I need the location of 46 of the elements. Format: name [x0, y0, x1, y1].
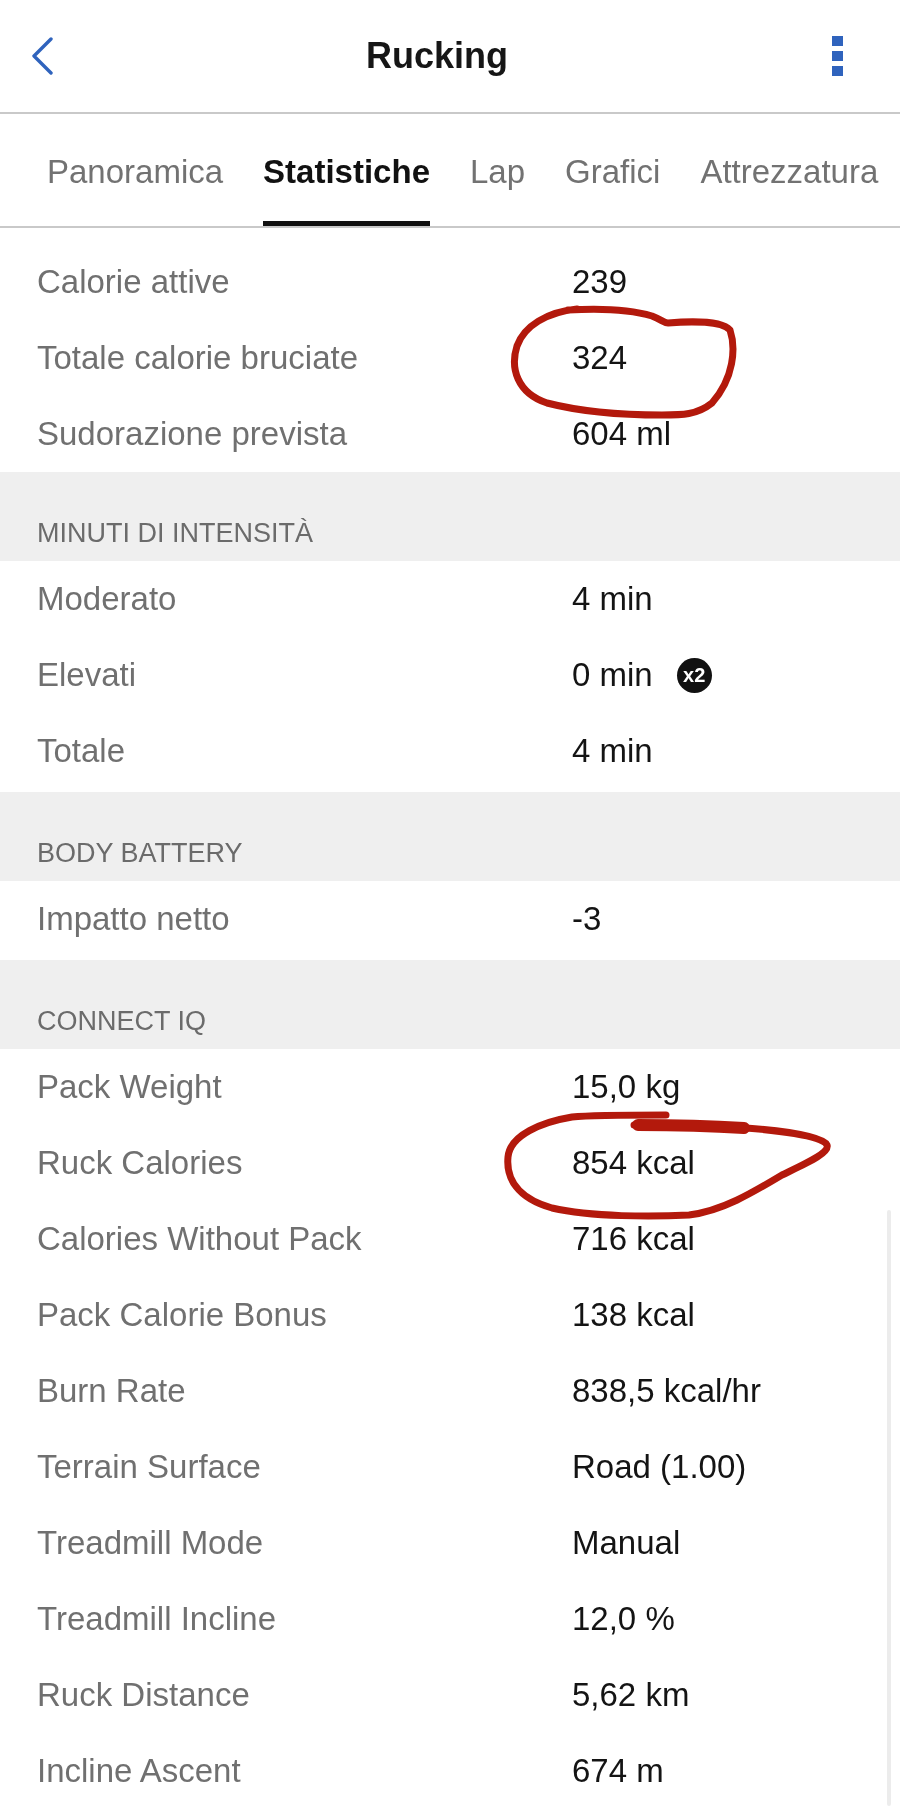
- stat-value: 604 ml: [572, 415, 672, 453]
- stat-value: Road (1.00): [572, 1448, 747, 1486]
- stat-value: 138 kcal: [572, 1296, 695, 1334]
- stat-value: 4 min: [572, 732, 653, 770]
- multiplier-badge: x2: [676, 657, 712, 693]
- back-icon: [31, 37, 53, 75]
- stat-value: 716 kcal: [572, 1220, 695, 1258]
- stat-value: -3: [572, 900, 602, 938]
- tab[interactable]: Lap: [470, 114, 526, 226]
- stat-label: Pack Weight: [37, 1068, 223, 1106]
- section-header: MINUTI DI INTENSITÀ: [0, 472, 900, 561]
- stat-label: Calorie attive: [37, 263, 231, 301]
- stat-label: Treadmill Mode: [37, 1524, 265, 1562]
- stat-label: Burn Rate: [37, 1372, 187, 1410]
- stat-value: 674 m: [572, 1752, 664, 1790]
- screen-title: Rucking: [366, 34, 508, 78]
- stat-label: Totale: [37, 732, 127, 770]
- stat-value: 5,62 km: [572, 1676, 690, 1714]
- stat-label: Calories Without Pack: [37, 1220, 363, 1258]
- tab[interactable]: Statistiche: [263, 114, 430, 226]
- section-header: BODY BATTERY: [0, 792, 900, 881]
- tab[interactable]: Grafici: [565, 114, 661, 226]
- stat-value: 838,5 kcal/hr: [572, 1372, 761, 1410]
- stat-value: 854 kcal: [572, 1144, 695, 1182]
- stat-label: Terrain Surface: [37, 1448, 262, 1486]
- stat-label: Treadmill Incline: [37, 1600, 278, 1638]
- section-header: CONNECT IQ: [0, 960, 900, 1049]
- stat-label: Ruck Calories: [37, 1144, 244, 1182]
- tab[interactable]: Panoramica: [47, 114, 224, 226]
- stat-label: Moderato: [37, 580, 178, 618]
- stat-label: Totale calorie bruciate: [37, 339, 359, 377]
- stat-label: Incline Ascent: [37, 1752, 242, 1790]
- stat-value: Manual: [572, 1524, 681, 1562]
- stat-value: 239: [572, 263, 628, 301]
- stat-label: Elevati: [37, 656, 138, 694]
- stat-value: 12,0 %: [572, 1600, 675, 1638]
- more-icon: [832, 36, 843, 76]
- stat-value: 15,0 kg: [572, 1068, 681, 1106]
- stat-value: 324: [572, 339, 628, 377]
- stat-value: 4 min: [572, 580, 653, 618]
- tab[interactable]: Attrezzatura: [700, 114, 879, 226]
- stat-label: Ruck Distance: [37, 1676, 251, 1714]
- stat-value: 0 min: [572, 656, 653, 694]
- stat-label: Impatto netto: [37, 900, 231, 938]
- stat-label: Sudorazione prevista: [37, 415, 349, 453]
- stat-label: Pack Calorie Bonus: [37, 1296, 328, 1334]
